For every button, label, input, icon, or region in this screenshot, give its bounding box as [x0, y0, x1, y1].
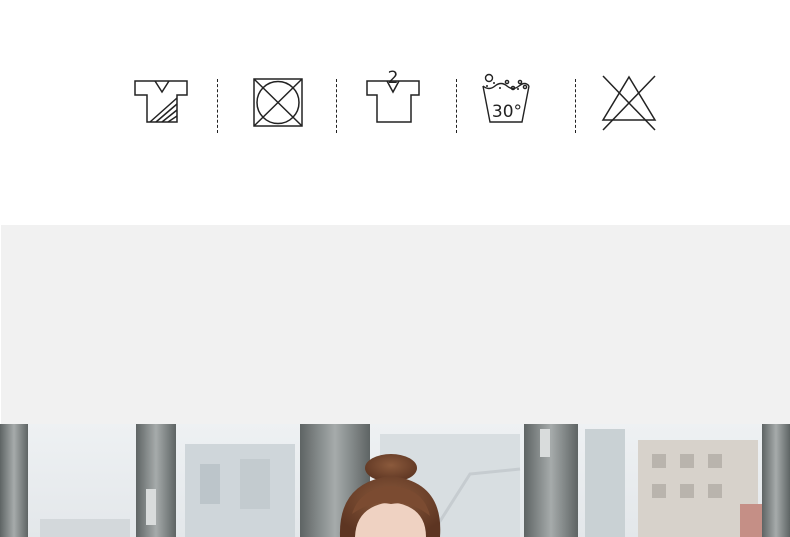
spacer-panel — [1, 225, 790, 424]
product-detail-page: 2 30° — [0, 0, 790, 537]
shirt-diagonal-lines-icon — [134, 80, 188, 123]
wash-tub-icon: 30° — [482, 73, 530, 123]
crossed-square-circle-icon — [253, 78, 303, 127]
divider — [456, 79, 457, 133]
shirt-hanger-icon: 2 — [366, 68, 420, 123]
care-instructions-band: 2 30° — [0, 0, 790, 225]
crossed-triangle-icon — [601, 75, 657, 131]
divider — [217, 79, 218, 133]
model-by-window-photo — [0, 424, 790, 537]
hang-dry-label: 2 — [388, 68, 399, 88]
divider — [575, 79, 576, 133]
wash-temperature-label: 30° — [492, 102, 522, 122]
divider — [336, 79, 337, 133]
